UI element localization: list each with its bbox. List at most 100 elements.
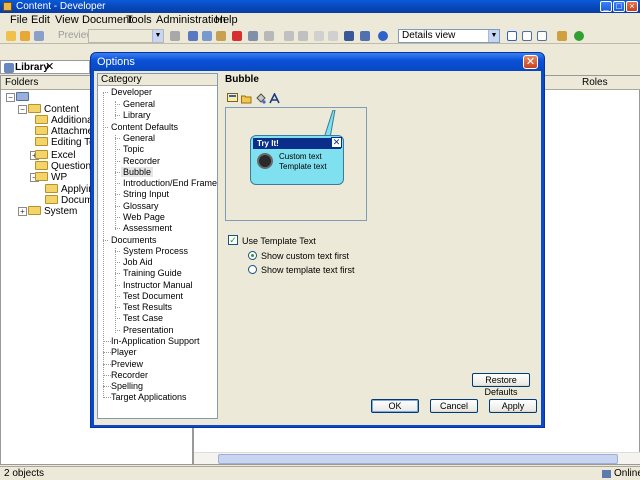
category-assessment[interactable]: Assessment: [123, 223, 172, 233]
restore-defaults-button[interactable]: Restore Defaults: [472, 373, 530, 397]
category-instructor-manual[interactable]: Instructor Manual: [123, 280, 193, 290]
apply-button[interactable]: Apply: [489, 399, 537, 413]
refresh-icon[interactable]: [572, 29, 586, 43]
show-template-first-radio[interactable]: [248, 265, 257, 274]
category-string-input[interactable]: String Input: [123, 189, 169, 199]
section-title: Bubble: [225, 74, 259, 85]
window-title: Content - Developer: [16, 1, 106, 12]
folder-icon: [35, 137, 48, 146]
split-view-icon[interactable]: [520, 29, 534, 43]
tree-item-system[interactable]: System: [28, 206, 77, 217]
collapse-icon[interactable]: [326, 29, 340, 43]
tree-item[interactable]: Excel: [35, 150, 75, 161]
new-icon[interactable]: [4, 29, 18, 43]
ok-button[interactable]: OK: [371, 399, 419, 413]
close-icon[interactable]: ✕: [45, 61, 54, 74]
open-icon[interactable]: [18, 29, 32, 43]
close-button[interactable]: ×: [626, 1, 638, 12]
menu-view[interactable]: View: [55, 14, 79, 27]
category-job-aid[interactable]: Job Aid: [123, 257, 153, 267]
details-view-icon[interactable]: [505, 29, 519, 43]
category-in-application-support[interactable]: In-Application Support: [111, 336, 200, 346]
category-recorder[interactable]: Recorder: [111, 370, 148, 380]
copy-icon[interactable]: [200, 29, 214, 43]
cancel-button[interactable]: Cancel: [430, 399, 478, 413]
font-icon[interactable]: [269, 93, 280, 104]
collapse-icon[interactable]: −: [6, 93, 15, 102]
menu-tools[interactable]: Tools: [126, 14, 152, 27]
horizontal-scrollbar[interactable]: [194, 452, 640, 464]
category-developer-library[interactable]: Library: [123, 110, 151, 120]
object-count: 2 objects: [4, 468, 45, 479]
help-icon[interactable]: [376, 29, 390, 43]
category-player[interactable]: Player: [111, 347, 137, 357]
open-folder-icon[interactable]: [241, 93, 252, 104]
scrollbar-thumb[interactable]: [218, 454, 618, 464]
delete-icon[interactable]: [230, 29, 244, 43]
category-test-document[interactable]: Test Document: [123, 291, 183, 301]
paint-bucket-icon[interactable]: [255, 93, 266, 104]
category-test-case[interactable]: Test Case: [123, 313, 163, 323]
category-documents[interactable]: Documents: [111, 235, 157, 245]
category-target-applications[interactable]: Target Applications: [111, 392, 187, 402]
category-web-page[interactable]: Web Page: [123, 212, 165, 222]
library-tab[interactable]: Library ✕: [0, 60, 90, 74]
category-spelling[interactable]: Spelling: [111, 381, 143, 391]
bubble-style-icon[interactable]: [227, 93, 238, 104]
properties-icon[interactable]: [168, 29, 182, 43]
bubble-preview: Try It! ✕ Custom text Template text: [225, 107, 367, 221]
menu-help[interactable]: Help: [215, 14, 238, 27]
roles-header[interactable]: Roles: [582, 77, 608, 88]
menu-file[interactable]: File: [10, 14, 28, 27]
rename-icon[interactable]: [246, 29, 260, 43]
cut-icon[interactable]: [186, 29, 200, 43]
redo-icon[interactable]: [296, 29, 310, 43]
replace-icon[interactable]: [358, 29, 372, 43]
menu-edit[interactable]: Edit: [31, 14, 50, 27]
export-icon[interactable]: [555, 29, 569, 43]
paste-icon[interactable]: [214, 29, 228, 43]
dialog-close-button[interactable]: ✕: [523, 55, 538, 69]
expand-icon[interactable]: +: [18, 207, 27, 216]
undo-icon[interactable]: [282, 29, 296, 43]
minimize-button[interactable]: _: [600, 1, 612, 12]
category-topic[interactable]: Topic: [123, 144, 144, 154]
show-custom-first-label[interactable]: Show custom text first: [261, 251, 349, 261]
category-test-results[interactable]: Test Results: [123, 302, 172, 312]
category-training-guide[interactable]: Training Guide: [123, 268, 182, 278]
view-combo-value: Details view: [402, 30, 456, 41]
category-glossary[interactable]: Glossary: [123, 201, 159, 211]
find-icon[interactable]: [342, 29, 356, 43]
view-combo[interactable]: Details view ▼: [398, 29, 500, 43]
title-bar[interactable]: Content - Developer _ □ ×: [0, 0, 640, 13]
tree-item-content[interactable]: Content: [28, 104, 79, 115]
use-template-text-label[interactable]: Use Template Text: [242, 236, 316, 246]
category-developer[interactable]: Developer: [111, 87, 152, 97]
library-tab-label: Library: [15, 62, 49, 73]
show-template-first-label[interactable]: Show template text first: [261, 265, 355, 275]
category-bubble[interactable]: Bubble: [121, 167, 154, 177]
root-icon[interactable]: [16, 92, 32, 103]
category-system-process[interactable]: System Process: [123, 246, 188, 256]
category-content-general[interactable]: General: [123, 133, 155, 143]
category-developer-general[interactable]: General: [123, 99, 155, 109]
library-icon: [2, 61, 16, 75]
menu-document[interactable]: Document: [82, 14, 132, 27]
category-presentation[interactable]: Presentation: [123, 325, 174, 335]
category-preview[interactable]: Preview: [111, 359, 143, 369]
collapse-icon[interactable]: −: [18, 105, 27, 114]
preview-button[interactable]: Preview: [44, 29, 94, 43]
category-content-defaults[interactable]: Content Defaults: [111, 122, 178, 132]
expand-icon[interactable]: [312, 29, 326, 43]
use-template-text-checkbox[interactable]: ✓: [228, 235, 238, 245]
category-intro-end-frame[interactable]: Introduction/End Frame: [123, 178, 217, 188]
dialog-title-bar[interactable]: Options ✕: [91, 53, 544, 71]
category-tree[interactable]: Category Developer General Library Conte…: [97, 73, 218, 419]
maximize-button[interactable]: □: [613, 1, 625, 12]
layout-icon[interactable]: [262, 29, 276, 43]
show-custom-first-radio[interactable]: [248, 251, 257, 260]
pane-view-icon[interactable]: [535, 29, 549, 43]
folder-icon: [35, 126, 48, 135]
category-content-recorder[interactable]: Recorder: [123, 156, 160, 166]
tree-item[interactable]: WP: [35, 172, 67, 183]
